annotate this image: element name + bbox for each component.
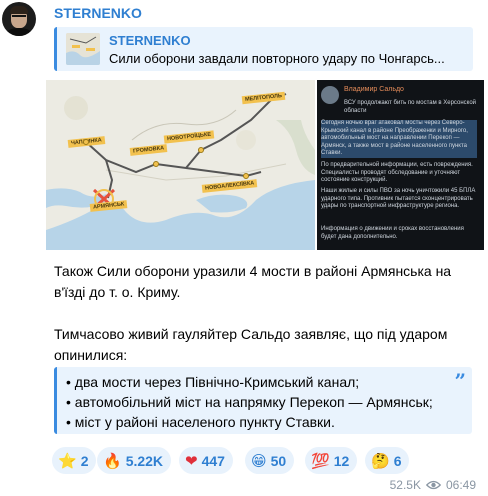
grin-icon: 😁	[251, 451, 267, 470]
reply-text: Сили оборони завдали повторного удару по…	[109, 51, 445, 66]
avatar-glasses	[12, 15, 26, 19]
channel-name[interactable]: STERNENKO	[54, 5, 142, 21]
message-meta: 52.5K 06:49	[390, 478, 476, 492]
message-line: Також Сили оборони уразили 4 мости в рай…	[54, 263, 452, 279]
screenshot-image[interactable]: Владимир Сальдо ВСУ продолжают бить по м…	[317, 80, 484, 250]
reaction-star[interactable]: ⭐ 2	[52, 447, 97, 474]
message-bubble: STERNENKO STERNENKO Сили оборони завдали…	[46, 0, 484, 496]
reply-preview[interactable]: STERNENKO Сили оборони завдали повторног…	[54, 27, 473, 71]
reaction-count: 12	[333, 452, 350, 469]
channel-avatar[interactable]	[2, 2, 36, 36]
screenshot-headline: ВСУ продолжают бить по мостам в Херсонск…	[344, 100, 477, 114]
message-line: в'їзді до т. о. Криму.	[54, 284, 181, 300]
thinking-icon: 🤔	[371, 451, 390, 470]
screenshot-paragraph: Наши жилые и силы ПВО за ночь уничтожили…	[321, 188, 476, 209]
reaction-count: 50	[270, 452, 287, 469]
map-image[interactable]: МЕЛІТОПОЛЬ ЧАПЛИНКА ГРОМОВКА НОВОТРОЇЦЬК…	[46, 80, 315, 250]
map-dot	[153, 161, 159, 167]
fire-icon: 🔥	[103, 451, 122, 470]
blockquote: • два мости через Північно-Кримський кан…	[54, 367, 472, 434]
reaction-heart[interactable]: ❤ 447	[179, 447, 233, 474]
reply-author: STERNENKO	[109, 33, 191, 48]
screenshot-paragraph: Сегодня ночью враг атаковал мосты через …	[321, 120, 477, 158]
reply-thumbnail	[66, 33, 100, 65]
quote-item: • міст у районі населеного пункту Ставки…	[66, 414, 335, 430]
screenshot-paragraph: Информация о движении и сроках восстанов…	[321, 226, 464, 240]
star-icon: ⭐	[58, 451, 77, 470]
map-dot	[198, 147, 204, 153]
reaction-fire[interactable]: 🔥 5.22K	[97, 447, 172, 474]
reaction-thinking[interactable]: 🤔 6	[365, 447, 410, 474]
message-line: Тимчасово живий гауляйтер Сальдо заявляє…	[54, 326, 448, 342]
screenshot-author: Владимир Сальдо	[344, 86, 404, 93]
reaction-count: 2	[80, 452, 89, 469]
quote-item: • автомобільний міст на напрямку Перекоп…	[66, 394, 433, 410]
map-dot	[243, 173, 249, 179]
reaction-hundred[interactable]: 💯 12	[305, 447, 358, 474]
reaction-count: 6	[393, 452, 402, 469]
eye-icon	[425, 480, 441, 490]
view-count: 52.5K	[389, 478, 421, 492]
hundred-icon: 💯	[311, 451, 330, 470]
reaction-count: 5.22K	[125, 452, 164, 469]
heart-icon: ❤	[185, 451, 198, 470]
message-line: опинилися:	[54, 347, 128, 363]
message-time: 06:49	[445, 478, 476, 492]
map-dot	[83, 139, 89, 145]
reaction-count: 447	[201, 452, 225, 469]
reaction-grin[interactable]: 😁 50	[245, 447, 295, 474]
avatar-body	[5, 28, 33, 36]
author-avatar	[321, 86, 339, 104]
screenshot-paragraph: По предварительной информации, есть повр…	[321, 162, 473, 183]
avatar-hair	[10, 6, 28, 14]
quote-icon: ”	[454, 369, 466, 393]
quote-item: • два мости через Північно-Кримський кан…	[66, 374, 360, 390]
